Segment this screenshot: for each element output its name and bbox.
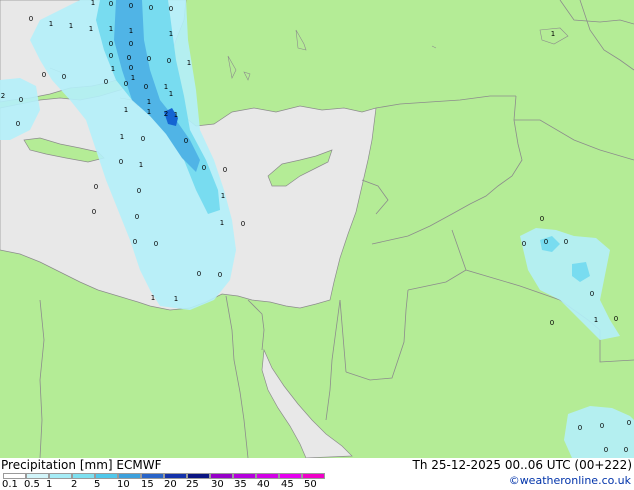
precip-value-label: 0 [129, 64, 133, 72]
precip-value-label: 0 [129, 40, 133, 48]
precip-value-label: 0 [604, 446, 608, 454]
precip-value-label: 0 [197, 270, 201, 278]
legend-panel: Precipitation [mm] ECMWF Th 25-12-2025 0… [0, 458, 634, 490]
precip-value-label: 0 [202, 164, 206, 172]
precip-value-label: 1 [187, 59, 191, 67]
precip-value-label: 0 [127, 54, 131, 62]
precip-value-label: 0 [135, 213, 139, 221]
precip-value-label: 1 [89, 25, 93, 33]
precip-value-label: 0 [109, 52, 113, 60]
precip-value-label: 1 [220, 219, 224, 227]
precip-value-label: 1 [147, 108, 151, 116]
precipitation-map: 01 1 1 1 1 10 0 01 00 00 0 0 0 11 010 00 0 0 12 0111 1 2 101 0 0… [0, 0, 634, 458]
precip-value-label: 0 [149, 4, 153, 12]
legend-tick-label: 5 [94, 479, 101, 490]
precip-value-label: 0 [241, 220, 245, 228]
precip-value-label: 0 [16, 120, 20, 128]
precip-value-label: 0 [564, 238, 568, 246]
precip-value-label: 1 [221, 192, 225, 200]
precip-value-label: 1 [169, 30, 173, 38]
precip-value-label: 0 [133, 238, 137, 246]
precip-value-label: 0 [119, 158, 123, 166]
precip-value-label: 0 [147, 55, 151, 63]
precip-value-label: 2 [1, 92, 5, 100]
map-title: Precipitation [mm] ECMWF [1, 458, 161, 472]
precip-value-label: 0 [137, 187, 141, 195]
legend-tick-label: 2 [71, 479, 78, 490]
valid-time: Th 25-12-2025 00..06 UTC (00+222) [412, 458, 632, 472]
precip-value-label: 1 [120, 133, 124, 141]
precip-value-label: 1 [139, 161, 143, 169]
precip-value-label: 0 [42, 71, 46, 79]
precip-value-label: 1 [49, 20, 53, 28]
legend-tick-label: 30 [211, 479, 224, 490]
precip-value-label: 0 [129, 2, 133, 10]
precip-value-label: 0 [540, 215, 544, 223]
precip-value-label: 0 [62, 73, 66, 81]
precip-value-label: 1 [69, 22, 73, 30]
precip-value-label: 1 [151, 294, 155, 302]
precip-value-label: 1 [551, 30, 555, 38]
legend-tick-label: 25 [186, 479, 199, 490]
legend-tick-label: 20 [164, 479, 177, 490]
precip-value-label: 0 [104, 78, 108, 86]
legend-tick-label: 0.5 [24, 479, 40, 490]
precip-value-label: 1 [164, 83, 168, 91]
precip-value-label: 0 [590, 290, 594, 298]
legend-tick-label: 50 [304, 479, 317, 490]
precip-value-label: 0 [92, 208, 96, 216]
precip-value-label: 0 [624, 446, 628, 454]
precip-value-label: 1 [129, 27, 133, 35]
precip-value-label: 0 [578, 424, 582, 432]
precip-value-label: 0 [550, 319, 554, 327]
precip-value-label: 1 [91, 0, 95, 7]
precip-value-label: 0 [167, 57, 171, 65]
precip-value-label: 0 [184, 137, 188, 145]
precip-value-label: 0 [614, 315, 618, 323]
precip-value-label: 0 [522, 240, 526, 248]
product-name: Precipitation [mm] [1, 458, 113, 472]
precip-value-label: 1 [111, 65, 115, 73]
precip-value-label: 0 [144, 83, 148, 91]
precip-value-label: 0 [29, 15, 33, 23]
precip-value-label: 0 [544, 238, 548, 246]
precip-value-label: 1 [147, 98, 151, 106]
legend-tick-label: 0.1 [2, 479, 18, 490]
precip-value-label: 0 [94, 183, 98, 191]
legend-tick-label: 10 [117, 479, 130, 490]
legend-tick-label: 35 [234, 479, 247, 490]
precip-value-label: 0 [19, 96, 23, 104]
precip-value-label: 1 [174, 111, 178, 119]
legend-tick-label: 1 [46, 479, 53, 490]
model-name: ECMWF [116, 458, 162, 472]
precip-value-label: 0 [109, 0, 113, 8]
precip-value-label: 1 [109, 25, 113, 33]
legend-tick-label: 45 [281, 479, 294, 490]
precip-value-label: 0 [223, 166, 227, 174]
precip-value-label: 1 [169, 90, 173, 98]
credit-link[interactable]: ©weatheronline.co.uk [509, 474, 631, 487]
precip-value-label: 1 [131, 74, 135, 82]
legend-tick-label: 40 [257, 479, 270, 490]
precip-value-label: 0 [124, 80, 128, 88]
precip-value-label: 0 [154, 240, 158, 248]
precip-value-label: 0 [600, 422, 604, 430]
legend-color-cell [49, 473, 72, 479]
precip-value-label: 2 [164, 110, 168, 118]
precip-value-label: 1 [174, 295, 178, 303]
precip-value-label: 0 [627, 419, 631, 427]
legend-tick-label: 15 [141, 479, 154, 490]
precip-value-label: 1 [594, 316, 598, 324]
precip-value-label: 0 [141, 135, 145, 143]
precip-value-label: 1 [124, 106, 128, 114]
precip-value-label: 0 [169, 5, 173, 13]
precip-value-label: 0 [218, 271, 222, 279]
precip-value-label: 0 [109, 40, 113, 48]
